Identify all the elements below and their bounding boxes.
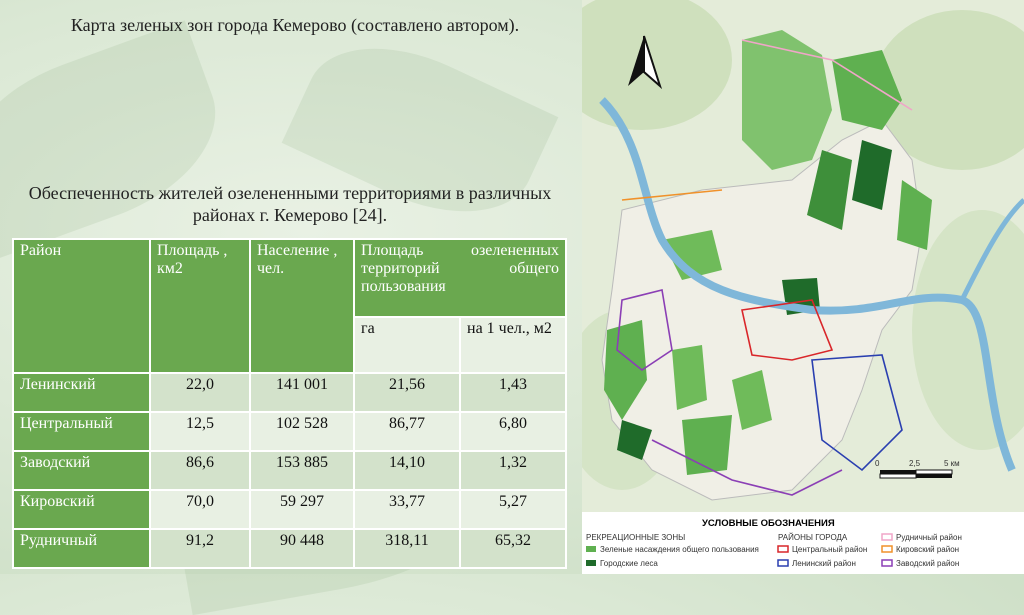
- ha-value: 14,10: [353, 450, 461, 491]
- legend-districts-heading: РАЙОНЫ ГОРОДА: [778, 533, 848, 542]
- legend-title: УСЛОВНЫЕ ОБОЗНАЧЕНИЯ: [702, 518, 835, 529]
- legend-green-label: Зеленые насаждения общего пользования: [600, 545, 759, 554]
- ha-value: 86,77: [353, 411, 461, 452]
- legend-zavodsky-label: Заводский район: [896, 559, 959, 568]
- table-header-row: Район Площадь , км2 Население , чел. Пло…: [12, 238, 567, 374]
- table-row: Кировский 70,0 59 297 33,77 5,27: [12, 489, 567, 530]
- area-value: 70,0: [149, 489, 251, 530]
- green-areas-table: Район Площадь , км2 Население , чел. Пло…: [12, 238, 567, 569]
- header-area: Площадь , км2: [149, 238, 251, 374]
- area-value: 22,0: [149, 372, 251, 413]
- district-name: Рудничный: [12, 528, 151, 569]
- legend-rudnichny-label: Рудничный район: [896, 533, 962, 542]
- legend-leninsky-label: Ленинский район: [792, 559, 856, 568]
- table-caption: Обеспеченность жителей озелененными терр…: [28, 183, 552, 225]
- district-name: Ленинский: [12, 372, 151, 413]
- population-value: 102 528: [249, 411, 355, 452]
- area-value: 91,2: [149, 528, 251, 569]
- legend-recreation-heading: РЕКРЕАЦИОННЫЕ ЗОНЫ: [586, 533, 685, 542]
- header-population: Население , чел.: [249, 238, 355, 374]
- table-row: Центральный 12,5 102 528 86,77 6,80: [12, 411, 567, 452]
- ha-value: 33,77: [353, 489, 461, 530]
- table-row: Ленинский 22,0 141 001 21,56 1,43: [12, 372, 567, 413]
- scale-zero: 0: [875, 459, 880, 468]
- area-value: 12,5: [149, 411, 251, 452]
- map-drawing: 0 2,5 5 км УСЛОВНЫЕ ОБОЗНАЧЕНИЯ РЕКРЕАЦИ…: [552, 0, 1024, 574]
- legend-swatch-green: [586, 546, 596, 552]
- ha-value: 318,11: [353, 528, 461, 569]
- scale-mid: 2,5: [909, 459, 921, 468]
- table-row: Заводский 86,6 153 885 14,10 1,32: [12, 450, 567, 491]
- population-value: 141 001: [249, 372, 355, 413]
- district-name: Центральный: [12, 411, 151, 452]
- population-value: 153 885: [249, 450, 355, 491]
- legend-swatch-forest: [586, 560, 596, 566]
- population-value: 90 448: [249, 528, 355, 569]
- per-person-value: 5,27: [459, 489, 567, 530]
- per-person-value: 1,43: [459, 372, 567, 413]
- area-value: 86,6: [149, 450, 251, 491]
- slide-title: Карта зеленых зон города Кемерово (соста…: [70, 15, 520, 35]
- header-green-area: Площадь озелененных территорий общего по…: [353, 238, 567, 318]
- header-district: Район: [12, 238, 151, 374]
- per-person-value: 65,32: [459, 528, 567, 569]
- scale-end: 5 км: [944, 459, 960, 468]
- scale-bar: [879, 469, 953, 479]
- population-value: 59 297: [249, 489, 355, 530]
- per-person-value: 1,32: [459, 450, 567, 491]
- green-zones-map: 0 2,5 5 км УСЛОВНЫЕ ОБОЗНАЧЕНИЯ РЕКРЕАЦИ…: [552, 0, 1024, 574]
- district-name: Кировский: [12, 489, 151, 530]
- table-row: Рудничный 91,2 90 448 318,11 65,32: [12, 528, 567, 569]
- legend-central-label: Центральный район: [792, 545, 867, 554]
- subheader-per-person: на 1 чел., м2: [459, 316, 567, 374]
- per-person-value: 6,80: [459, 411, 567, 452]
- legend-forest-label: Городские леса: [600, 559, 658, 568]
- legend-kirovsky-label: Кировский район: [896, 545, 959, 554]
- ha-value: 21,56: [353, 372, 461, 413]
- district-name: Заводский: [12, 450, 151, 491]
- subheader-ha: га: [353, 316, 461, 374]
